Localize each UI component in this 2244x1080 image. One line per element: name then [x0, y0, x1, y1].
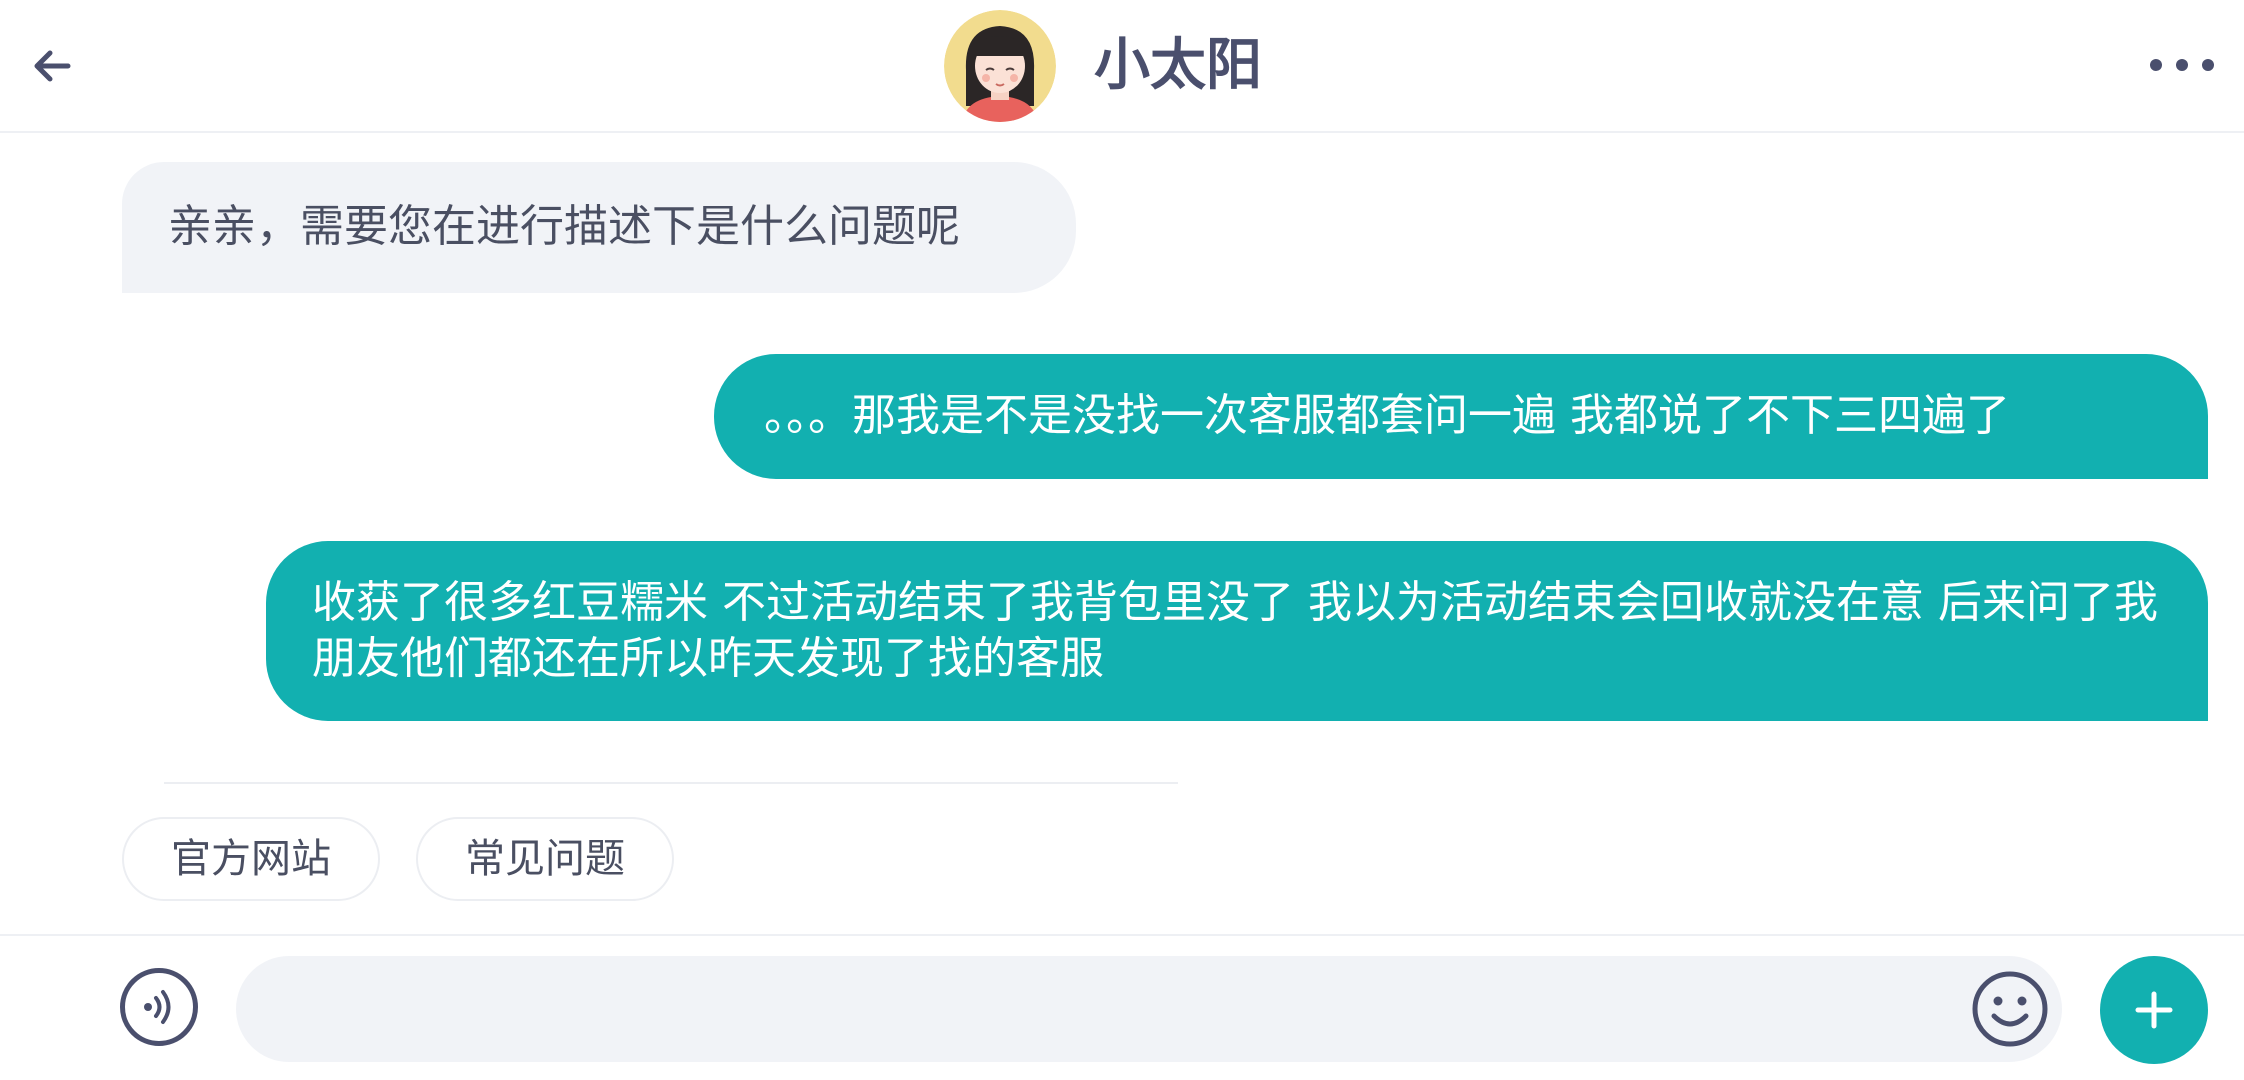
quick-reply-official-site[interactable]: 官方网站 [122, 817, 380, 901]
input-bar [0, 934, 2244, 1080]
message-text: 收获了很多红豆糯米 不过活动结束了我背包里没了 我以为活动结束会回收就没在意 后… [312, 577, 2158, 684]
smiley-icon [1972, 971, 2048, 1047]
message-text: 。。。那我是不是没找一次客服都套问一遍 我都说了不下三四遍了 [764, 390, 2010, 441]
chat-screen: 小太阳 亲亲，需要您在进行描述下是什么问题呢 。。。那我是不是没找一次客服都套问… [0, 0, 2244, 1080]
message-input[interactable] [236, 956, 2062, 1062]
back-button[interactable] [22, 36, 82, 96]
more-horizontal-icon [2150, 59, 2214, 71]
arrow-left-icon [34, 50, 71, 82]
quick-reply-faq[interactable]: 常见问题 [416, 817, 674, 901]
outgoing-message[interactable]: 。。。那我是不是没找一次客服都套问一遍 我都说了不下三四遍了 [714, 354, 2208, 479]
plus-button[interactable] [2100, 956, 2208, 1064]
avatar[interactable] [944, 10, 1056, 122]
chat-header: 小太阳 [0, 0, 2244, 133]
voice-button[interactable] [120, 968, 198, 1046]
outgoing-message[interactable]: 收获了很多红豆糯米 不过活动结束了我背包里没了 我以为活动结束会回收就没在意 后… [266, 541, 2208, 721]
chat-title: 小太阳 [1094, 33, 1262, 98]
message-text: 亲亲，需要您在进行描述下是什么问题呢 [168, 201, 960, 252]
emoji-button[interactable] [1970, 969, 2050, 1049]
incoming-message[interactable]: 亲亲，需要您在进行描述下是什么问题呢 [122, 162, 1076, 293]
voice-icon [144, 990, 171, 1024]
divider [164, 782, 1178, 784]
plus-icon [2135, 991, 2173, 1029]
more-button[interactable] [2142, 40, 2222, 90]
